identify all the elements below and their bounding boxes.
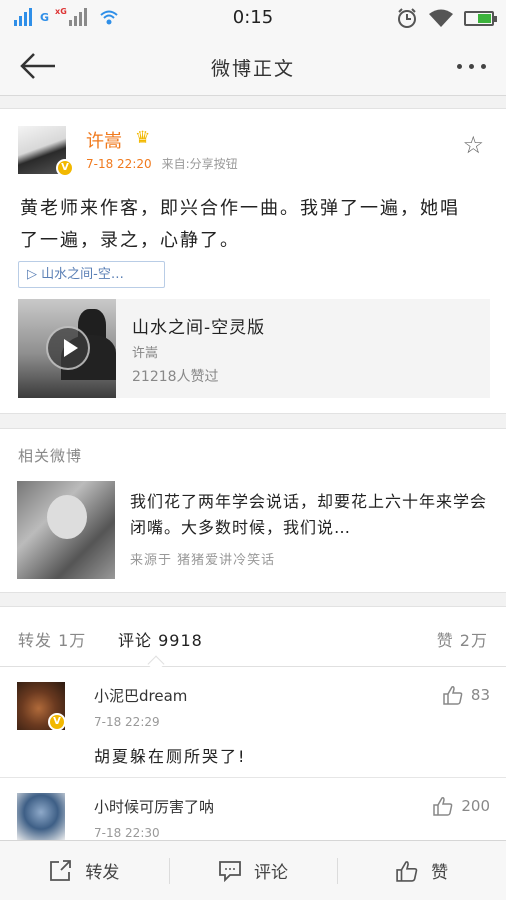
comments-section: 转发 1万 评论 9918 赞 2万 V 小泥巴dream 7-18 22:29…: [0, 606, 506, 846]
status-right: [396, 7, 497, 29]
forward-label: 转发: [85, 863, 120, 883]
battery-icon: [464, 10, 497, 26]
thumbs-up-icon: [443, 686, 463, 705]
comment-time: 7-18 22:30: [94, 826, 160, 840]
status-bar: G xG 0:15: [0, 0, 506, 36]
wifi-icon: [428, 8, 454, 28]
alarm-icon: [396, 7, 418, 29]
comment-text: 胡夏躲在厕所哭了!: [94, 747, 247, 766]
tab-forward[interactable]: 转发 1万: [18, 627, 86, 651]
related-text[interactable]: 我们花了两年学会说话，却要花上六十年来学会闭嘴。大多数时候，我们说…: [130, 489, 490, 541]
tab-like[interactable]: 赞 2万: [437, 627, 488, 651]
music-link-chip[interactable]: ▷ 山水之间-空…: [18, 261, 165, 288]
comment-item: V 小泥巴dream 7-18 22:29 胡夏躲在厕所哭了! 83: [0, 668, 506, 778]
commenter-name[interactable]: 小时候可厉害了呐: [94, 796, 214, 817]
nav-bar: 微博正文: [0, 36, 506, 96]
like-button[interactable]: 赞: [337, 841, 506, 900]
play-icon[interactable]: [46, 326, 90, 370]
comment-tabs: 转发 1万 评论 9918 赞 2万: [0, 607, 506, 667]
battery-fill: [478, 13, 491, 23]
commenter-avatar[interactable]: [17, 793, 65, 841]
forward-button[interactable]: 转发: [0, 841, 169, 900]
music-like-count: 21218人赞过: [132, 369, 219, 385]
music-thumbnail: [18, 299, 116, 398]
comment-icon: [219, 860, 241, 882]
author-name[interactable]: 许嵩: [86, 127, 122, 153]
thumbs-up-icon: [433, 797, 453, 816]
post-time: 7-18 22:20: [86, 157, 152, 171]
bottom-toolbar: 转发 评论 赞: [0, 840, 506, 900]
post-meta: 7-18 22:20 来自:分享按钮: [86, 155, 238, 172]
music-title: 山水之间-空灵版: [132, 318, 266, 338]
verified-badge-icon: V: [48, 713, 66, 731]
crown-icon: ♛: [135, 128, 151, 148]
comment-item: 小时候可厉害了呐 7-18 22:30 200: [0, 779, 506, 846]
comment-like-button[interactable]: 83: [443, 685, 490, 705]
comment-button[interactable]: 评论: [168, 841, 338, 900]
music-artist: 许嵩: [132, 346, 159, 361]
dot-icon: [457, 64, 462, 69]
related-section: 相关微博 我们花了两年学会说话，却要花上六十年来学会闭嘴。大多数时候，我们说… …: [0, 428, 506, 593]
related-thumbnail[interactable]: [17, 481, 115, 579]
thumb-person: [47, 495, 87, 539]
post-text: 黄老师来作客，即兴合作一曲。我弹了一遍，她唱了一遍，录之，心静了。: [20, 198, 460, 251]
related-source[interactable]: 来源于 猪猪爱讲冷笑话: [130, 549, 275, 568]
dot-icon: [469, 64, 474, 69]
more-button[interactable]: [457, 64, 486, 69]
comment-like-count: 83: [470, 686, 490, 704]
like-label: 赞: [431, 863, 449, 883]
share-icon: [50, 859, 72, 881]
page-title: 微博正文: [210, 58, 295, 80]
comment-label: 评论: [254, 863, 288, 883]
comment-like-count: 200: [461, 797, 490, 815]
tab-comment[interactable]: 评论 9918: [118, 627, 203, 651]
music-card[interactable]: 山水之间-空灵版 许嵩 21218人赞过: [18, 299, 490, 398]
post-source: 来自:分享按钮: [161, 157, 238, 171]
related-heading: 相关微博: [18, 447, 83, 465]
thumbs-up-icon: [396, 860, 418, 882]
comment-time: 7-18 22:29: [94, 715, 160, 729]
comment-like-button[interactable]: 200: [433, 796, 490, 816]
favorite-star-icon[interactable]: ☆: [462, 131, 484, 159]
commenter-name[interactable]: 小泥巴dream: [94, 685, 187, 706]
dot-icon: [481, 64, 486, 69]
post-card: V 许嵩 ♛ 7-18 22:20 来自:分享按钮 ☆ 黄老师来作客，即兴合作一曲…: [0, 108, 506, 414]
verified-badge-icon: V: [56, 159, 74, 177]
